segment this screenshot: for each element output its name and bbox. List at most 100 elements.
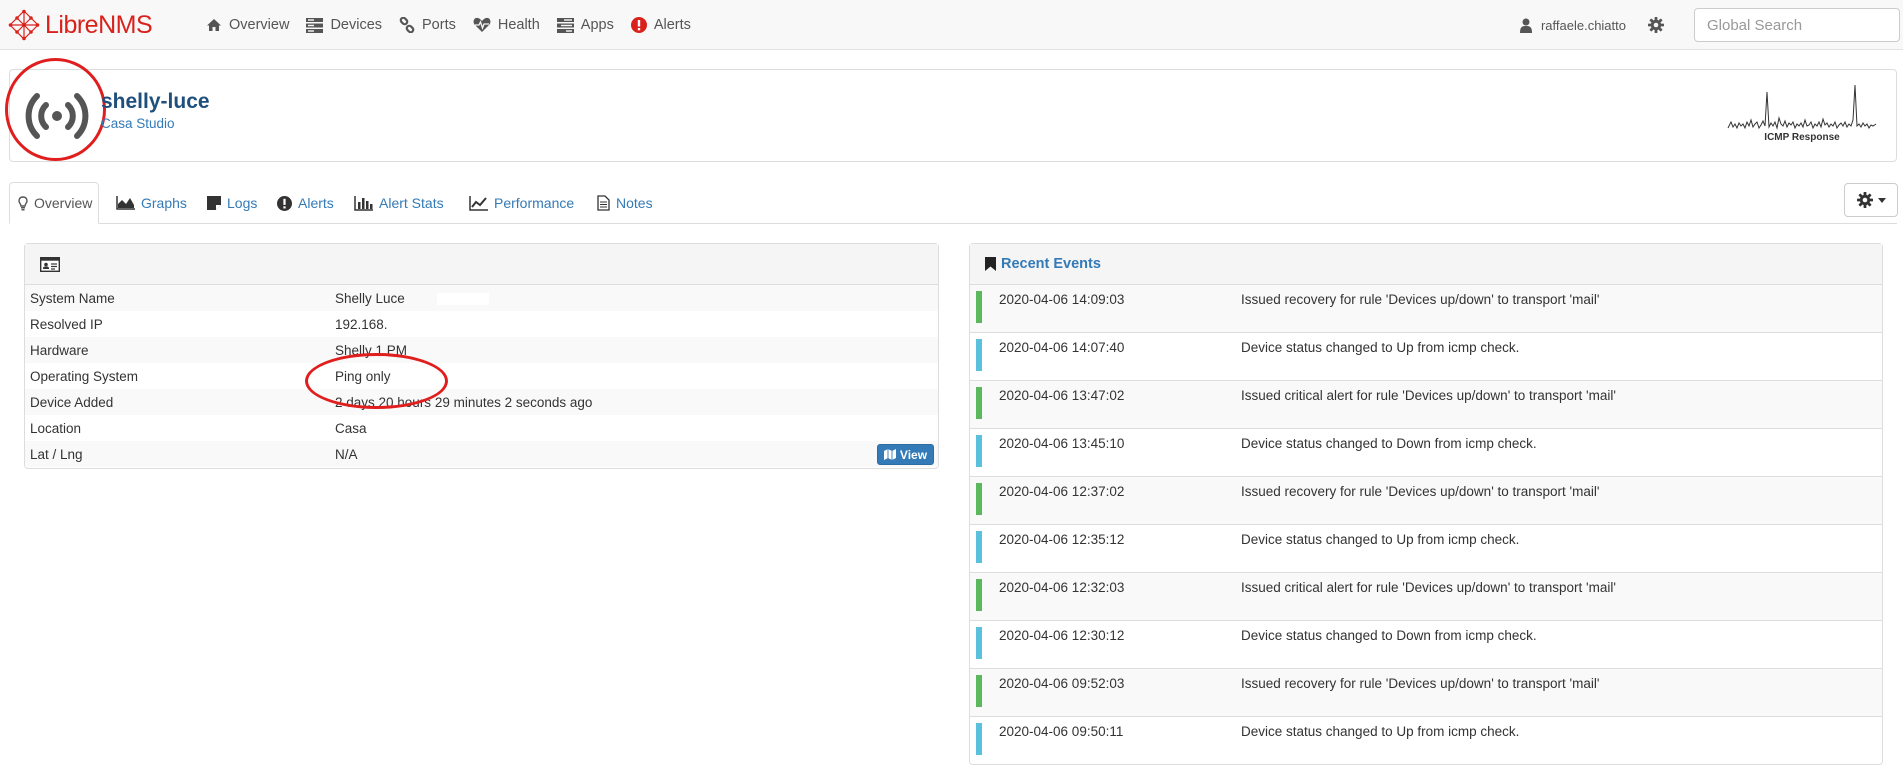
overview-panel-heading: [25, 244, 938, 285]
librenms-logo[interactable]: LibreNMS: [8, 8, 153, 42]
tasks-icon: [556, 17, 574, 33]
nav-devices[interactable]: Devices: [306, 17, 382, 33]
map-icon: [883, 449, 896, 460]
bar-chart-icon: [354, 195, 373, 211]
brand-libre: Libre: [45, 10, 99, 39]
tab-alerts-label: Alerts: [298, 195, 334, 211]
heartbeat-icon: [473, 17, 491, 32]
event-time: 2020-04-06 09:50:11: [999, 724, 1124, 739]
events-list: 2020-04-06 14:09:03 Issued recovery for r…: [970, 285, 1882, 765]
exclamation-circle-icon: [630, 17, 647, 33]
annotation-circle-operating-system: [305, 353, 448, 409]
event-row: 2020-04-06 14:07:40 Device status changed…: [970, 333, 1882, 381]
event-time: 2020-04-06 12:35:12: [999, 532, 1125, 547]
event-status-bar: [976, 483, 982, 515]
link-icon: [399, 17, 415, 33]
tab-graphs-label: Graphs: [141, 195, 187, 211]
event-status-bar: [976, 579, 982, 611]
row-value: N/A: [335, 446, 358, 462]
top-navbar: LibreNMS Overview Devices Ports Health A…: [0, 0, 1903, 50]
tab-notes[interactable]: Notes: [597, 182, 653, 224]
row-value: 192.168.: [335, 316, 388, 332]
id-card-icon: [40, 256, 60, 272]
event-status-bar: [976, 291, 982, 323]
event-status-bar: [976, 723, 982, 755]
event-row: 2020-04-06 13:47:02 Issued critical alert…: [970, 381, 1882, 429]
tab-alerts[interactable]: Alerts: [277, 182, 334, 224]
view-button-label: View: [899, 447, 928, 462]
event-message: Device status changed to Up from icmp ch…: [1241, 532, 1520, 547]
event-time: 2020-04-06 09:52:03: [999, 676, 1125, 691]
username: raffaele.chiatto: [1540, 17, 1626, 33]
tab-alert-stats[interactable]: Alert Stats: [354, 182, 444, 224]
device-tabs: Overview Graphs Logs Alerts Alert Stats …: [9, 182, 1897, 224]
nav-health[interactable]: Health: [473, 17, 540, 33]
event-row: 2020-04-06 09:50:11 Device status changed…: [970, 717, 1882, 765]
event-status-bar: [976, 387, 982, 419]
tab-overview[interactable]: Overview: [9, 182, 100, 224]
device-location[interactable]: Casa Studio: [101, 116, 175, 131]
nav-apps[interactable]: Apps: [556, 17, 614, 33]
row-value: Shelly Luce: [335, 290, 405, 306]
overview-row-hardware: Hardware Shelly 1 PM: [25, 337, 938, 363]
event-message: Device status changed to Down from icmp …: [1241, 628, 1537, 643]
event-time: 2020-04-06 14:07:40: [999, 340, 1125, 355]
lightbulb-icon: [18, 195, 28, 210]
row-label: Resolved IP: [30, 316, 103, 332]
event-row: 2020-04-06 12:37:02 Issued recovery for r…: [970, 477, 1882, 525]
row-label: Operating System: [30, 368, 139, 384]
row-label: Location: [30, 420, 82, 436]
user-menu[interactable]: raffaele.chiatto: [1519, 17, 1626, 33]
view-map-button[interactable]: View: [877, 444, 934, 465]
tab-alert-stats-label: Alert Stats: [379, 195, 444, 211]
exclamation-circle-icon: [277, 195, 292, 211]
nav-alerts-label: Alerts: [653, 17, 691, 33]
area-chart-icon: [116, 196, 135, 210]
device-settings-button[interactable]: [1844, 183, 1898, 217]
device-header: [9, 69, 1897, 162]
global-search-input[interactable]: [1694, 8, 1900, 42]
nav-ports[interactable]: Ports: [399, 17, 456, 33]
overview-row-system-name: System Name Shelly Luce: [25, 285, 938, 311]
sticky-note-icon: [207, 196, 221, 210]
brand-name: LibreNMS: [45, 10, 153, 40]
settings-menu[interactable]: [1648, 17, 1664, 33]
tab-overview-label: Overview: [34, 195, 93, 211]
overview-row-operating-system: Operating System Ping only: [25, 363, 938, 389]
event-row: 2020-04-06 09:52:03 Issued recovery for r…: [970, 669, 1882, 717]
overview-table: System Name Shelly Luce Resolved IP 192.…: [25, 285, 938, 467]
nav-right: raffaele.chiatto: [1519, 0, 1903, 50]
tab-performance[interactable]: Performance: [469, 182, 574, 224]
event-row: 2020-04-06 12:35:12 Device status changed…: [970, 525, 1882, 573]
row-label: Device Added: [30, 394, 114, 410]
event-row: 2020-04-06 12:32:03 Issued critical alert…: [970, 573, 1882, 621]
icmp-response-sparkline[interactable]: [1726, 82, 1878, 132]
overview-row-location: Location Casa: [25, 415, 938, 441]
home-icon: [207, 19, 221, 31]
tab-graphs[interactable]: Graphs: [116, 182, 187, 224]
event-row: 2020-04-06 13:45:10 Device status changed…: [970, 429, 1882, 477]
device-name[interactable]: shelly-luce: [101, 90, 210, 114]
event-status-bar: [976, 531, 982, 563]
nav-devices-label: Devices: [330, 17, 383, 33]
row-value: Casa: [335, 420, 367, 436]
sparkline-label: ICMP Response: [1764, 132, 1840, 143]
nav-overview-label: Overview: [229, 17, 290, 33]
event-message: Issued critical alert for rule 'Devices …: [1241, 580, 1616, 595]
event-time: 2020-04-06 14:09:03: [999, 292, 1125, 307]
event-status-bar: [976, 675, 982, 707]
nav-apps-label: Apps: [580, 17, 614, 33]
tab-logs[interactable]: Logs: [207, 182, 257, 224]
overview-row-device-added: Device Added 2 days 20 hours 29 minutes …: [25, 389, 938, 415]
gear-icon: [1648, 17, 1664, 33]
recent-events-title[interactable]: Recent Events: [1001, 256, 1101, 272]
event-message: Issued recovery for rule 'Devices up/dow…: [1241, 676, 1600, 691]
event-time: 2020-04-06 13:45:10: [999, 436, 1125, 451]
server-icon: [306, 17, 324, 33]
recent-events-heading: Recent Events: [970, 244, 1882, 285]
event-time: 2020-04-06 12:30:12: [999, 628, 1125, 643]
nav-overview[interactable]: Overview: [206, 17, 289, 33]
nav-alerts[interactable]: Alerts: [630, 17, 691, 33]
row-label: System Name: [30, 290, 115, 306]
overview-row-lat-lng: Lat / Lng N/A View: [25, 441, 938, 467]
